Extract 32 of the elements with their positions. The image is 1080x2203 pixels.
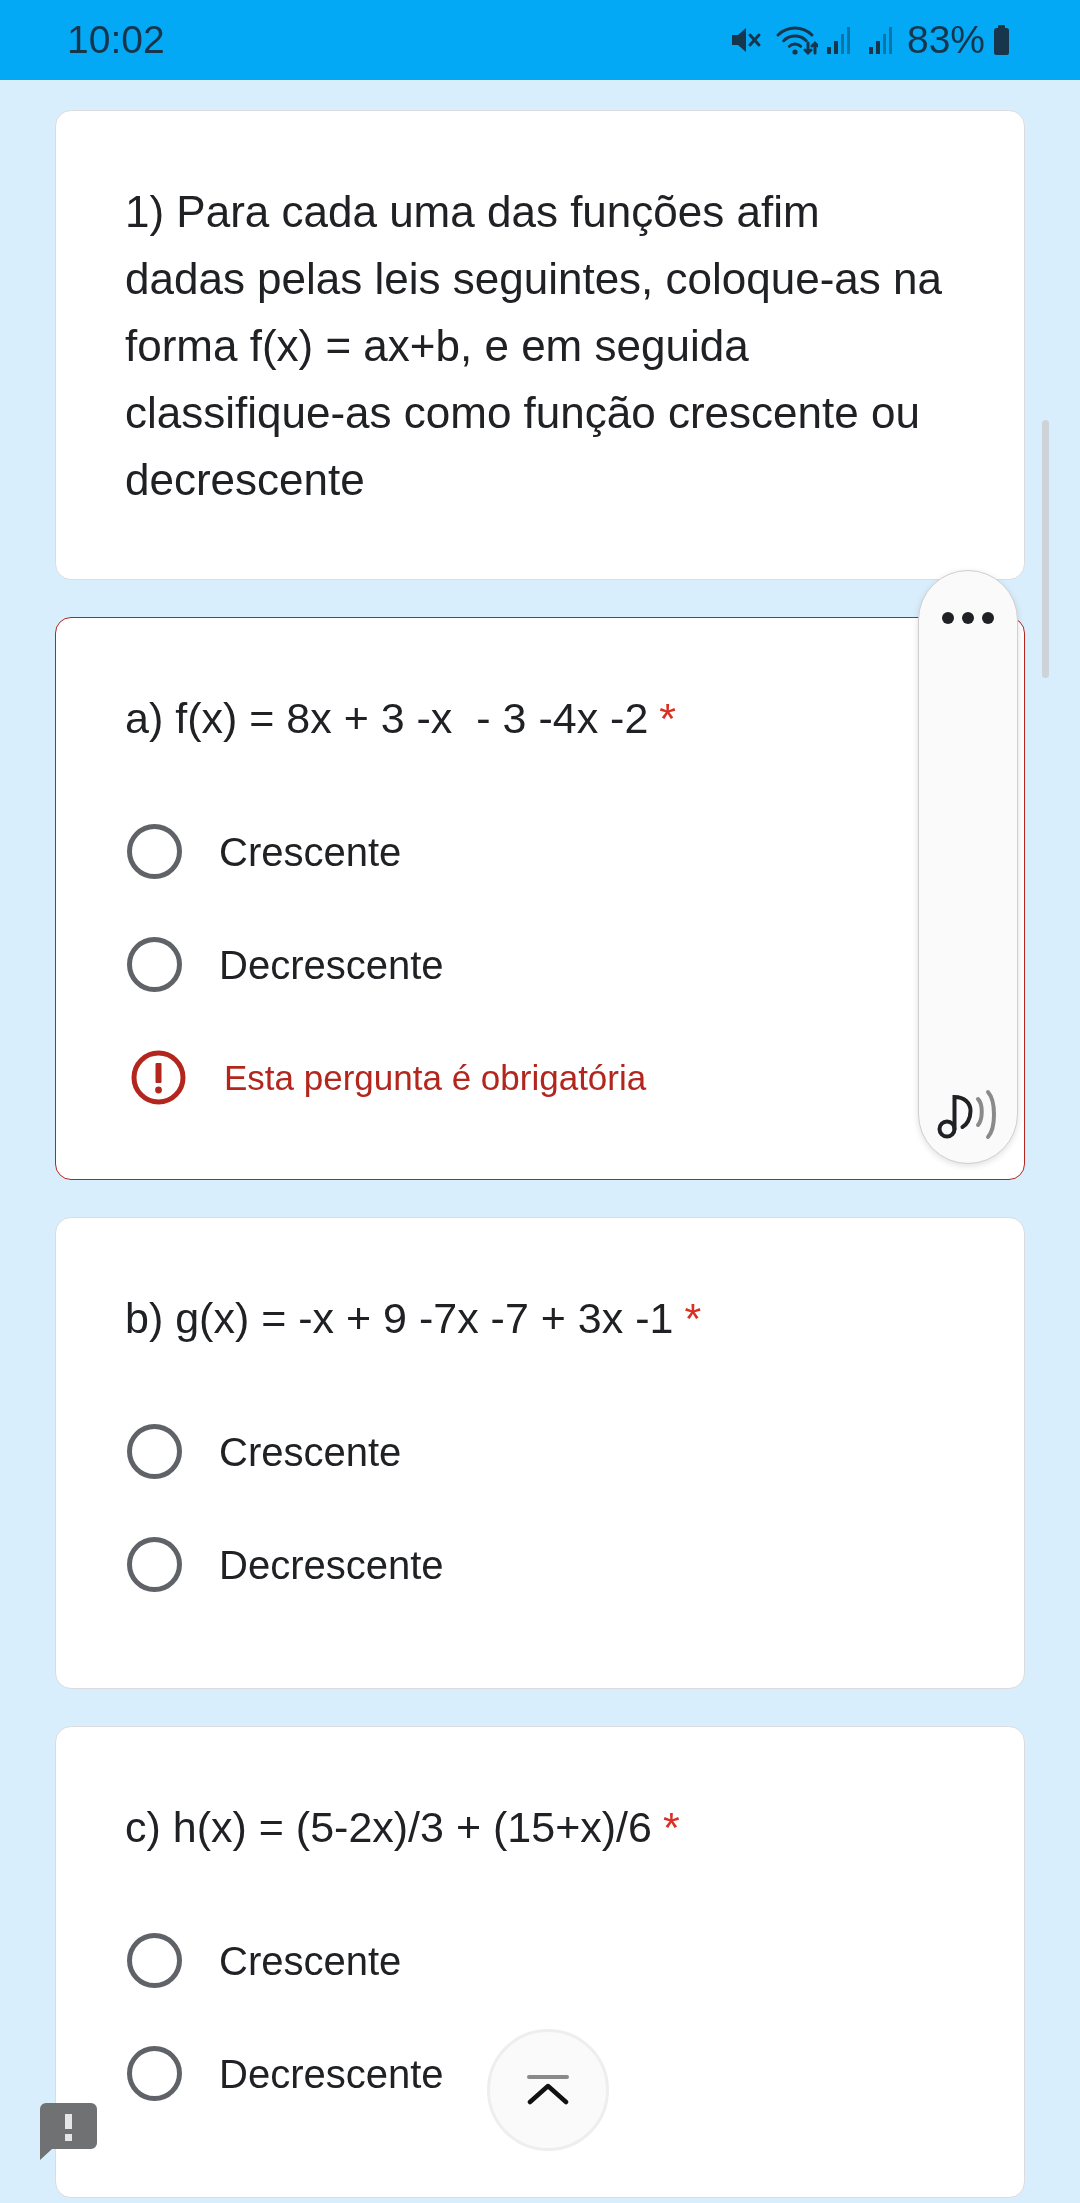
radio-button[interactable] (127, 1424, 182, 1479)
required-mark: * (662, 1802, 680, 1853)
intro-text: 1) Para cada uma das funções afim dadas pelas leis seguintes, coloque-as na forma f(x) = ax+b, e em seguida classifique-as como função crescente ou decrescente (125, 186, 943, 506)
question-title: b) g(x) = -x + 9 -7x -7 + 3x -1 (125, 1293, 674, 1344)
radio-button[interactable] (127, 937, 182, 992)
status-time: 10:02 (67, 18, 165, 62)
battery-icon (993, 25, 1010, 55)
required-mark: * (684, 1293, 702, 1344)
speaker-mute-icon (729, 25, 762, 55)
option-label[interactable]: Crescente (219, 1427, 402, 1476)
question-title: c) h(x) = (5-2x)/3 + (15+x)/6 (125, 1802, 652, 1853)
radio-button[interactable] (127, 824, 182, 879)
speech-bubble-icon[interactable] (40, 2103, 97, 2160)
wifi-icon (774, 24, 818, 56)
required-mark: * (659, 693, 677, 744)
option-label[interactable]: Decrescente (219, 940, 444, 989)
error-message: Esta pergunta é obrigatória (224, 1056, 647, 1099)
error-icon (131, 1050, 186, 1105)
radio-button[interactable] (127, 1933, 182, 1988)
signal-icon (866, 25, 895, 55)
option-label[interactable]: Decrescente (219, 2049, 444, 2098)
scrollbar-thumb[interactable] (1042, 420, 1049, 678)
battery-percent: 83% (906, 18, 985, 62)
question-title: a) f(x) = 8x + 3 -x - 3 -4x -2 (125, 693, 649, 744)
radio-button[interactable] (127, 2046, 182, 2101)
more-icon[interactable] (941, 611, 995, 625)
option-label[interactable]: Decrescente (219, 1540, 444, 1589)
option-label[interactable]: Crescente (219, 827, 402, 876)
signal-icon (824, 25, 853, 55)
scroll-top-icon (527, 2075, 569, 2105)
option-label[interactable]: Crescente (219, 1936, 402, 1985)
radio-button[interactable] (127, 1537, 182, 1592)
